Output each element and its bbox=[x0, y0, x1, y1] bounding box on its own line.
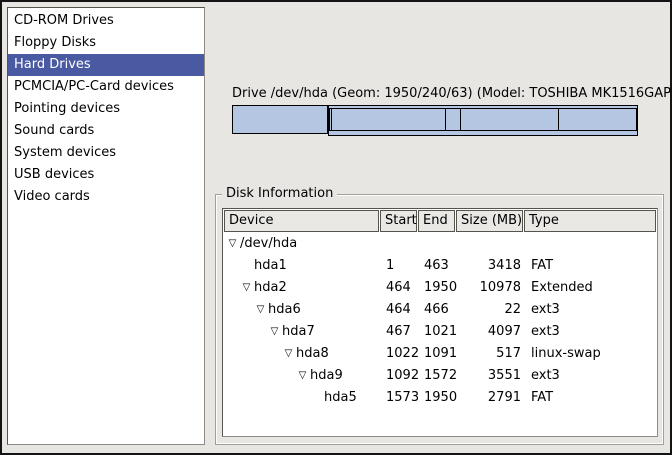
device-cell: ▽/dev/hda bbox=[223, 233, 381, 255]
expander-icon[interactable]: ▽ bbox=[267, 321, 282, 343]
start-cell: 467 bbox=[381, 321, 419, 343]
sidebar-item-floppy-disks[interactable]: Floppy Disks bbox=[8, 32, 204, 54]
sidebar-item-sound-cards[interactable]: Sound cards bbox=[8, 120, 204, 142]
tree-indent bbox=[225, 288, 239, 289]
device-cell: ▽hda9 bbox=[223, 365, 381, 387]
sidebar-item-pcmcia-pc-card-devices[interactable]: PCMCIA/PC-Card devices bbox=[8, 76, 204, 98]
table-row-hda2[interactable]: ▽hda2464195010978Extended bbox=[223, 277, 657, 299]
sidebar-item-cd-rom-drives[interactable]: CD-ROM Drives bbox=[8, 10, 204, 32]
tree-indent bbox=[225, 376, 295, 377]
table-row-hda1[interactable]: hda1 14633418FAT bbox=[223, 255, 657, 277]
tree-indent bbox=[225, 332, 267, 333]
size-cell: 10978 bbox=[457, 277, 525, 299]
device-category-list[interactable]: CD-ROM DrivesFloppy DisksHard DrivesPCMC… bbox=[7, 7, 205, 445]
end-cell bbox=[419, 233, 457, 255]
sidebar-item-usb-devices[interactable]: USB devices bbox=[8, 164, 204, 186]
end-cell: 1091 bbox=[419, 343, 457, 365]
type-cell: FAT bbox=[525, 255, 657, 277]
device-label: hda9 bbox=[310, 365, 343, 387]
device-label: hda8 bbox=[296, 343, 329, 365]
start-cell: 1092 bbox=[381, 365, 419, 387]
device-label: hda5 bbox=[324, 387, 357, 409]
logical-partitions-bar bbox=[329, 108, 637, 131]
partition-segment-hda9 bbox=[460, 109, 559, 130]
size-cell bbox=[457, 233, 525, 255]
tree-indent bbox=[225, 354, 281, 355]
type-cell: ext3 bbox=[525, 321, 657, 343]
disk-information-frame-label: Disk Information bbox=[222, 186, 337, 202]
table-row-hda8[interactable]: ▽hda810221091517linux-swap bbox=[223, 343, 657, 365]
hardware-browser-window: CD-ROM DrivesFloppy DisksHard DrivesPCMC… bbox=[0, 0, 672, 455]
type-cell: ext3 bbox=[525, 365, 657, 387]
partition-segment-hda7 bbox=[331, 109, 445, 130]
device-cell: hda1 bbox=[223, 255, 381, 277]
partition-segment-hda5 bbox=[558, 109, 636, 130]
device-cell: ▽hda8 bbox=[223, 343, 381, 365]
type-cell: Extended bbox=[525, 277, 657, 299]
start-cell: 464 bbox=[381, 277, 419, 299]
device-label: hda7 bbox=[282, 321, 315, 343]
device-label: hda6 bbox=[268, 299, 301, 321]
type-cell: ext3 bbox=[525, 299, 657, 321]
disk-table-body: ▽/dev/hdahda114633418FAT▽hda246419501097… bbox=[223, 233, 657, 409]
table-row-hda7[interactable]: ▽hda746710214097ext3 bbox=[223, 321, 657, 343]
expander-icon[interactable]: ▽ bbox=[281, 343, 296, 365]
expander-icon[interactable]: ▽ bbox=[239, 277, 254, 299]
type-cell: FAT bbox=[525, 387, 657, 409]
table-row-hda6[interactable]: ▽hda646446622ext3 bbox=[223, 299, 657, 321]
table-header-row: Device Start End Size (MB) Type bbox=[223, 209, 657, 233]
start-cell: 1022 bbox=[381, 343, 419, 365]
column-header-device[interactable]: Device bbox=[224, 210, 379, 232]
start-cell: 1 bbox=[381, 255, 419, 277]
column-header-start[interactable]: Start bbox=[380, 210, 417, 232]
size-cell: 517 bbox=[457, 343, 525, 365]
device-label: hda2 bbox=[254, 277, 287, 299]
start-cell: 1573 bbox=[381, 387, 419, 409]
end-cell: 463 bbox=[419, 255, 457, 277]
disk-information-table: Device Start End Size (MB) Type ▽/dev/hd… bbox=[222, 208, 658, 437]
tree-indent bbox=[225, 310, 253, 311]
sidebar-item-system-devices[interactable]: System devices bbox=[8, 142, 204, 164]
table-row-dev-hda[interactable]: ▽/dev/hda bbox=[223, 233, 657, 255]
type-cell bbox=[525, 233, 657, 255]
start-cell bbox=[381, 233, 419, 255]
device-cell: hda5 bbox=[223, 387, 381, 409]
end-cell: 466 bbox=[419, 299, 457, 321]
partition-segment-hda2 bbox=[328, 105, 638, 136]
end-cell: 1950 bbox=[419, 277, 457, 299]
expander-icon[interactable]: ▽ bbox=[295, 365, 310, 387]
size-cell: 4097 bbox=[457, 321, 525, 343]
sidebar-item-pointing-devices[interactable]: Pointing devices bbox=[8, 98, 204, 120]
disk-information-groupbox: Disk Information Device Start End Size (… bbox=[215, 194, 664, 445]
end-cell: 1021 bbox=[419, 321, 457, 343]
tree-indent bbox=[225, 266, 239, 267]
size-cell: 2791 bbox=[457, 387, 525, 409]
device-cell: ▽hda2 bbox=[223, 277, 381, 299]
size-cell: 3418 bbox=[457, 255, 525, 277]
device-cell: ▽hda6 bbox=[223, 299, 381, 321]
size-cell: 22 bbox=[457, 299, 525, 321]
column-header-type[interactable]: Type bbox=[524, 210, 656, 232]
sidebar-item-video-cards[interactable]: Video cards bbox=[8, 186, 204, 208]
device-cell: ▽hda7 bbox=[223, 321, 381, 343]
device-label: /dev/hda bbox=[240, 233, 297, 255]
expander-icon[interactable]: ▽ bbox=[225, 233, 240, 255]
partition-segment-hda1 bbox=[232, 105, 328, 134]
start-cell: 464 bbox=[381, 299, 419, 321]
end-cell: 1950 bbox=[419, 387, 457, 409]
expander-icon[interactable]: ▽ bbox=[253, 299, 268, 321]
table-row-hda9[interactable]: ▽hda9109215723551ext3 bbox=[223, 365, 657, 387]
drive-geometry-label: Drive /dev/hda (Geom: 1950/240/63) (Mode… bbox=[232, 86, 638, 101]
partition-segment-hda8 bbox=[445, 109, 459, 130]
type-cell: linux-swap bbox=[525, 343, 657, 365]
sidebar-item-hard-drives[interactable]: Hard Drives bbox=[8, 54, 204, 76]
tree-indent bbox=[225, 398, 309, 399]
end-cell: 1572 bbox=[419, 365, 457, 387]
table-row-hda5[interactable]: hda5 157319502791FAT bbox=[223, 387, 657, 409]
partition-bar bbox=[232, 105, 638, 136]
device-label: hda1 bbox=[254, 255, 287, 277]
column-header-end[interactable]: End bbox=[418, 210, 455, 232]
column-header-size[interactable]: Size (MB) bbox=[456, 210, 523, 232]
size-cell: 3551 bbox=[457, 365, 525, 387]
